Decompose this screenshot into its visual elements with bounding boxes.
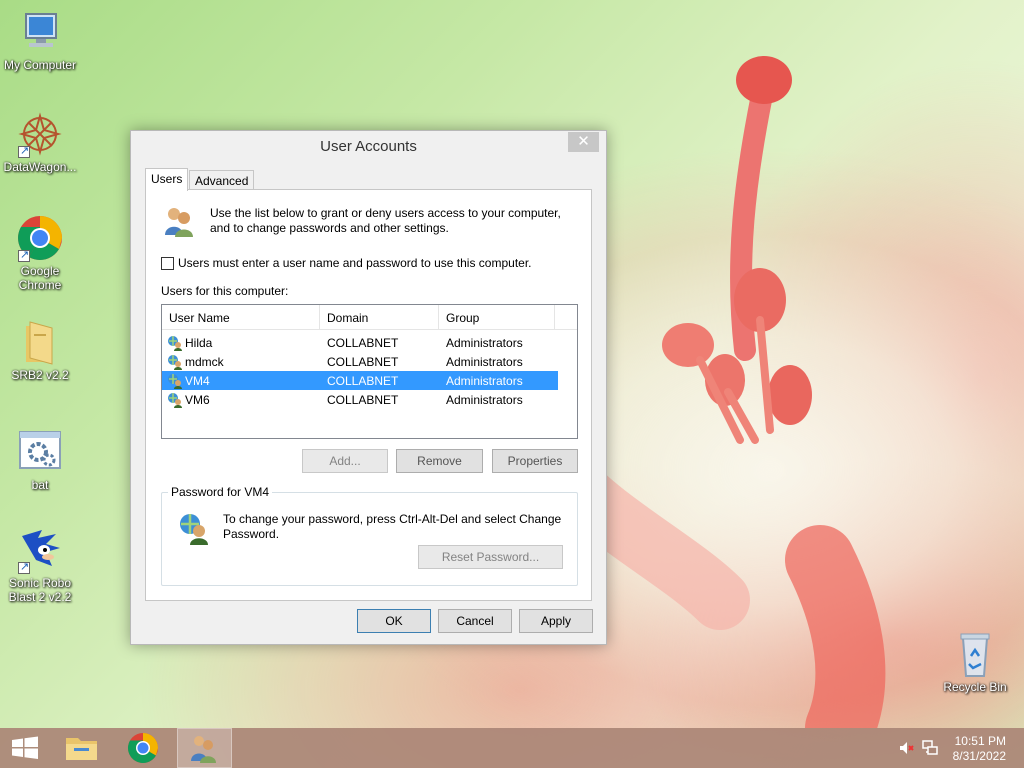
windows-logo-icon (12, 736, 38, 759)
desktop-icon-label: My Computer (3, 58, 77, 72)
close-button[interactable]: ✕ (568, 132, 599, 152)
dialog-title: User Accounts (320, 138, 417, 155)
desktop-icon-sonic-robo-blast[interactable]: Sonic Robo Blast 2 v2.2 (0, 526, 80, 604)
group-cell: Administrators (446, 392, 523, 407)
password-group-title: Password for VM4 (168, 485, 273, 499)
tab-advanced[interactable]: Advanced (189, 170, 255, 190)
desktop-icon-bat[interactable]: bat (0, 428, 80, 492)
volume-muted-icon[interactable] (898, 740, 914, 756)
reset-password-button[interactable]: Reset Password... (418, 545, 563, 569)
intro-text: Use the list below to grant or deny user… (210, 206, 561, 235)
tab-users[interactable]: Users (145, 168, 189, 191)
column-header-user-name[interactable]: User Name (162, 305, 320, 330)
require-login-checkbox[interactable] (161, 256, 174, 270)
desktop-icon-recycle-bin[interactable]: Recycle Bin (935, 630, 1015, 694)
require-login-option[interactable]: Users must enter a user name and passwor… (161, 256, 532, 270)
domain-cell: COLLABNET (327, 392, 399, 407)
domain-user-icon (168, 392, 182, 408)
apply-button[interactable]: Apply (519, 609, 593, 633)
desktop-icon-label: Recycle Bin (943, 680, 1007, 694)
require-login-label: Users must enter a user name and passwor… (178, 256, 532, 270)
domain-user-icon (168, 335, 182, 351)
domain-cell: COLLABNET (327, 335, 399, 350)
taskbar-file-explorer[interactable] (54, 728, 109, 768)
user-name-cell: Hilda (185, 335, 213, 350)
start-button[interactable] (0, 728, 55, 768)
batch-file-icon (16, 428, 64, 476)
table-row[interactable]: Hilda COLLABNET Administrators (162, 333, 577, 352)
user-name-cell: VM6 (185, 392, 210, 407)
clock-date: 8/31/2022 (952, 749, 1006, 763)
shortcut-arrow-icon (18, 144, 30, 158)
desktop-icon-datawagon[interactable]: DataWagon... (0, 110, 80, 174)
users-listview[interactable]: User Name Domain Group Hilda COLLABNET A… (161, 304, 578, 439)
column-header-domain[interactable]: Domain (320, 305, 439, 330)
password-groupbox: Password for VM4 To change your password… (161, 485, 578, 586)
desktop-icon-label: Google Chrome (18, 264, 62, 292)
chrome-icon (127, 733, 158, 764)
password-help-text: To change your password, press Ctrl-Alt-… (223, 512, 562, 541)
user-accounts-dialog: User Accounts ✕ Users Advanced Use the l… (130, 130, 607, 645)
file-explorer-icon (66, 738, 97, 760)
taskbar-clock[interactable]: 10:51 PM 8/31/2022 (953, 734, 1006, 764)
desktop-icon-label: DataWagon... (3, 160, 77, 174)
dialog-titlebar[interactable]: User Accounts ✕ (131, 131, 606, 161)
users-tab-panel: Use the list below to grant or deny user… (145, 189, 592, 601)
desktop-icon-label: SRB2 v2.2 (11, 368, 69, 382)
shortcut-arrow-icon (18, 560, 30, 574)
group-cell: Administrators (446, 354, 523, 369)
chrome-icon (16, 214, 64, 262)
cancel-button[interactable]: Cancel (438, 609, 512, 633)
desktop-icon-google-chrome[interactable]: Google Chrome (0, 214, 80, 292)
computer-icon (16, 8, 64, 56)
domain-cell: COLLABNET (327, 373, 399, 388)
user-name-cell: mdmck (185, 354, 224, 369)
shortcut-arrow-icon (18, 248, 30, 262)
recycle-bin-icon (951, 630, 999, 678)
domain-user-icon (168, 354, 182, 370)
group-cell: Administrators (446, 373, 523, 388)
group-cell: Administrators (446, 335, 523, 350)
desktop-icon-my-computer[interactable]: My Computer (0, 8, 80, 72)
domain-cell: COLLABNET (327, 354, 399, 369)
desktop-icon-srb2-folder[interactable]: SRB2 v2.2 (0, 318, 80, 382)
sonic-icon (16, 526, 64, 574)
clock-time: 10:51 PM (954, 734, 1006, 748)
taskbar-user-accounts[interactable] (177, 728, 232, 768)
users-icon (162, 205, 196, 239)
taskbar-chrome[interactable] (116, 728, 171, 768)
table-row[interactable]: mdmck COLLABNET Administrators (162, 352, 577, 371)
user-password-icon (177, 511, 211, 545)
listview-header: User Name Domain Group (162, 305, 577, 330)
remove-user-button[interactable]: Remove (396, 449, 483, 473)
users-icon (191, 736, 216, 763)
datawagon-icon (16, 110, 64, 158)
column-header-group[interactable]: Group (439, 305, 555, 330)
folder-icon (16, 318, 64, 366)
user-name-cell: VM4 (185, 373, 210, 388)
desktop-icon-label: Sonic Robo Blast 2 v2.2 (8, 576, 72, 604)
ok-button[interactable]: OK (357, 609, 431, 633)
properties-button[interactable]: Properties (492, 449, 578, 473)
network-icon[interactable] (922, 740, 938, 756)
table-row-selected[interactable]: VM4 COLLABNET Administrators (162, 371, 558, 390)
desktop-icon-label: bat (31, 478, 49, 492)
add-user-button[interactable]: Add... (302, 449, 388, 473)
domain-user-icon (168, 373, 182, 389)
close-icon: ✕ (577, 133, 590, 150)
taskbar: 10:51 PM 8/31/2022 (0, 728, 1024, 768)
users-list-label: Users for this computer: (161, 284, 289, 298)
table-row[interactable]: VM6 COLLABNET Administrators (162, 390, 577, 409)
